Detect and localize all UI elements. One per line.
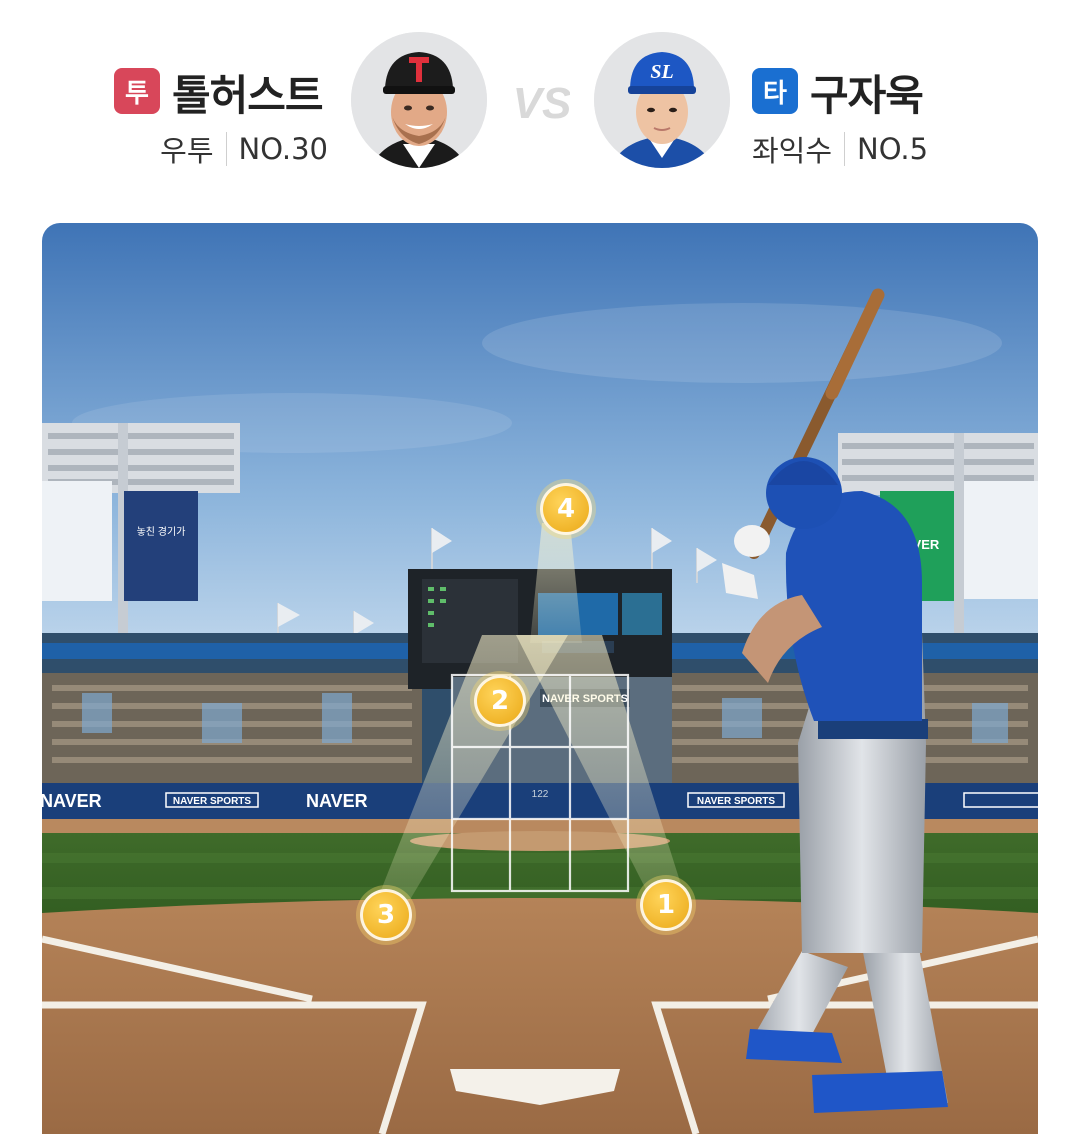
pitch-marker-4[interactable]: 4 [540, 483, 592, 535]
pitch-marker-1[interactable]: 1 [640, 879, 692, 931]
pitcher-hand: 우투 [160, 134, 214, 168]
stadium-illustration: 놓친 경기가 NAVER NAVER NAVER SPORTS NAVER SP… [42, 223, 1038, 1134]
pitch-field-view: 놓친 경기가 NAVER NAVER NAVER SPORTS NAVER SP… [42, 223, 1038, 1134]
svg-text:VS: VS [514, 79, 570, 128]
batter-meta: 좌익수 NO.5 [752, 128, 928, 170]
divider [225, 132, 227, 166]
svg-text:NAVER: NAVER [42, 791, 102, 811]
batter-headshot-icon: SL [594, 32, 730, 168]
pitch-marker-2[interactable]: 2 [474, 675, 526, 727]
pitcher-headshot-icon [351, 32, 487, 168]
batter-position: 좌익수 [752, 134, 833, 168]
svg-text:NAVER: NAVER [306, 791, 368, 811]
pitcher-number: NO.30 [238, 132, 328, 166]
svg-text:NAVER SPORTS: NAVER SPORTS [697, 796, 775, 807]
svg-text:NAVER SPORTS: NAVER SPORTS [173, 796, 251, 807]
svg-text:놓친 경기가: 놓친 경기가 [137, 525, 186, 538]
batter-role-badge: 타 [752, 68, 798, 114]
svg-text:SL: SL [650, 61, 673, 83]
pitch-marker-3[interactable]: 3 [360, 889, 412, 941]
divider [844, 132, 846, 166]
batter-avatar[interactable]: SL [594, 32, 730, 168]
matchup-header: 투 톨허스트 우투 NO.30 VS SL 타 구자욱 좌익수 NO.5 [0, 0, 1080, 200]
pitcher-role-badge: 투 [114, 68, 160, 114]
vs-label: VS [514, 79, 570, 128]
batter-name[interactable]: 구자욱 [810, 62, 924, 123]
scoreboard-number: 122 [532, 789, 549, 800]
batter-number: NO.5 [857, 132, 929, 166]
pitcher-meta: 우투 NO.30 [160, 128, 328, 170]
pitcher-name[interactable]: 톨허스트 [172, 62, 324, 123]
pitcher-avatar[interactable] [351, 32, 487, 168]
